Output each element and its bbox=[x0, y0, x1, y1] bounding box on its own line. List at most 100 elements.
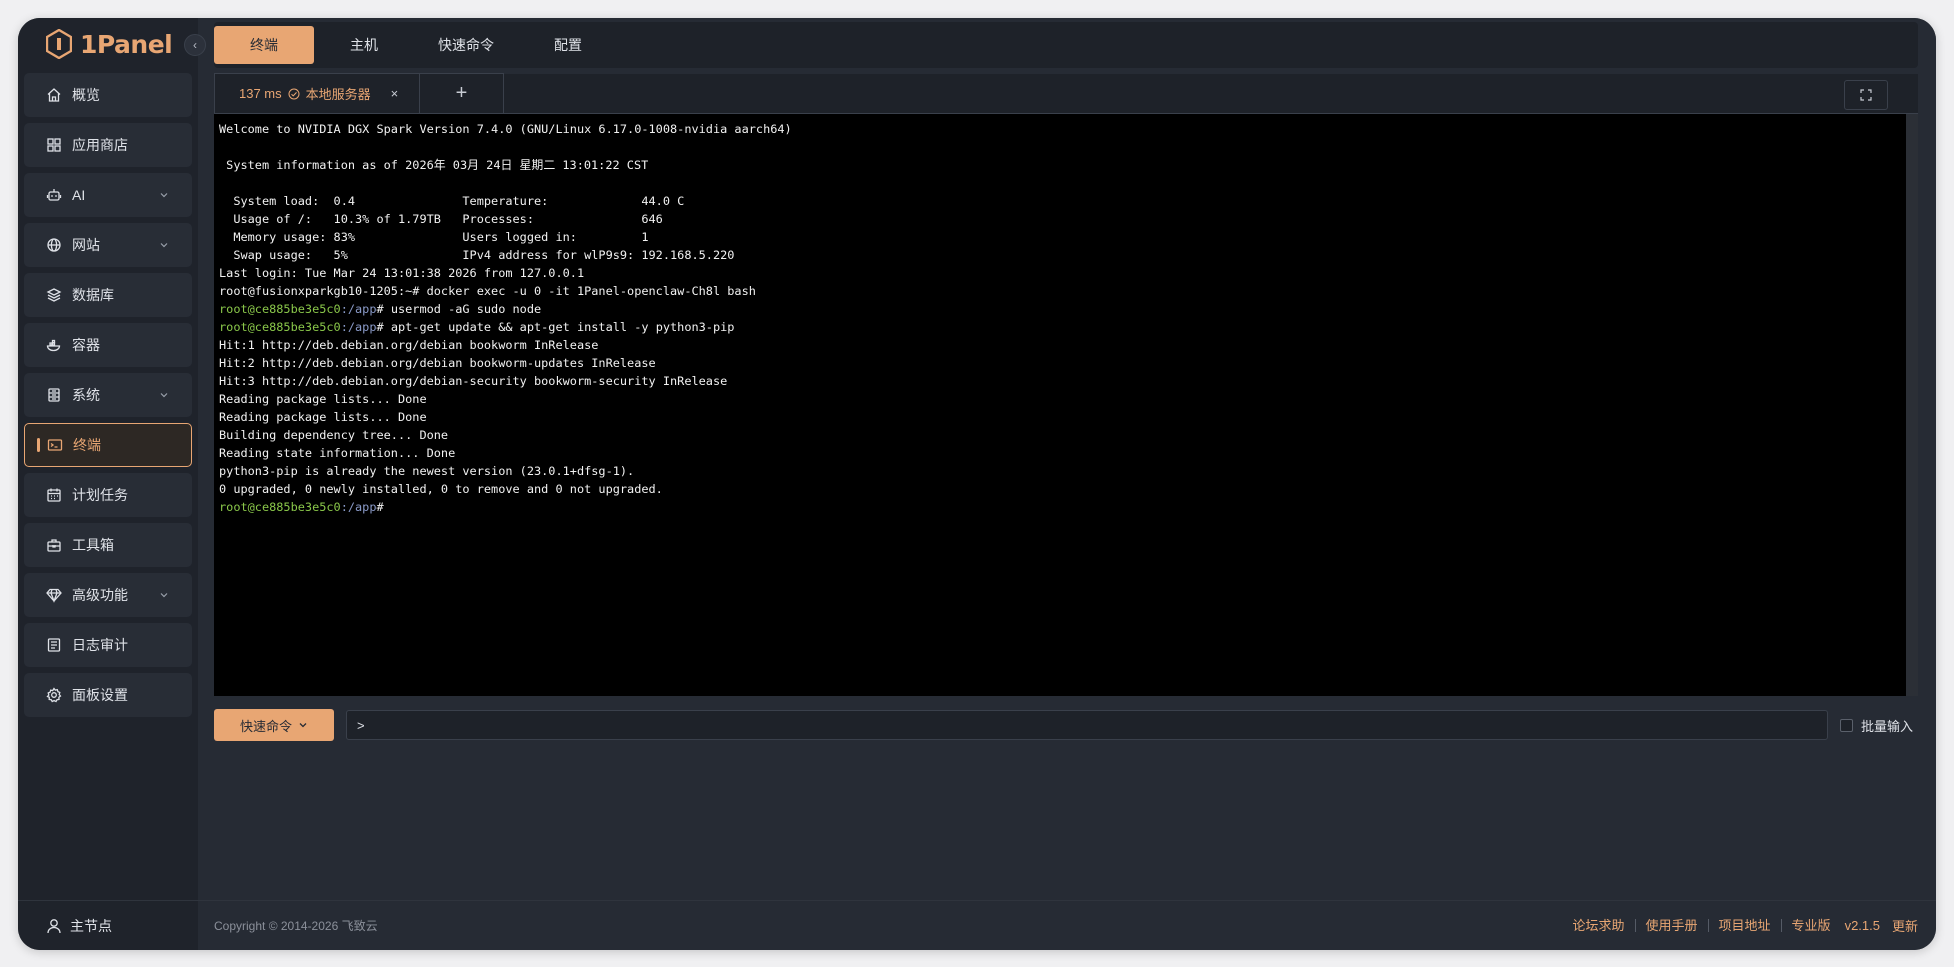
terminal-line: Memory usage: 83% Users logged in: 1 bbox=[219, 230, 649, 244]
diamond-icon bbox=[46, 587, 62, 603]
terminal-scrollbar[interactable] bbox=[1906, 114, 1918, 696]
server-icon bbox=[46, 387, 62, 403]
latency-label: 137 ms bbox=[239, 86, 282, 101]
sidebar-item-label: AI bbox=[72, 187, 86, 203]
sidebar-item-terminal[interactable]: 终端 bbox=[24, 423, 192, 467]
manual-link[interactable]: 使用手册 bbox=[1636, 919, 1709, 932]
sidebar-item-robot[interactable]: AI bbox=[24, 173, 192, 217]
terminal-line: root@fusionxparkgb10-1205:~# docker exec… bbox=[219, 284, 756, 298]
forum-link[interactable]: 论坛求助 bbox=[1563, 919, 1636, 932]
sidebar-item-whale[interactable]: 容器 bbox=[24, 323, 192, 367]
terminal-line: Reading package lists... Done bbox=[219, 392, 427, 406]
terminal-line: root@ce885be3e5c0:/app# apt-get update &… bbox=[219, 320, 735, 334]
sidebar-item-grid[interactable]: 应用商店 bbox=[24, 123, 192, 167]
update-link[interactable]: 更新 bbox=[1880, 916, 1918, 935]
sidebar-item-log[interactable]: 日志审计 bbox=[24, 623, 192, 667]
terminal-tab-bar: 137 ms 本地服务器 × + bbox=[214, 73, 1918, 114]
batch-input-toggle[interactable]: 批量输入 bbox=[1840, 716, 1918, 735]
sidebar-menu: 概览应用商店 AI 网站数据库容器系统终端计划任务工具箱高级功能日志审计面板设置 bbox=[24, 73, 192, 723]
sidebar-item-gear[interactable]: 面板设置 bbox=[24, 673, 192, 717]
home-icon bbox=[46, 87, 62, 103]
copyright: Copyright © 2014-2026 飞致云 bbox=[214, 919, 378, 933]
terminal-line: root@ce885be3e5c0:/app# bbox=[219, 500, 384, 514]
terminal-line: Reading state information... Done bbox=[219, 446, 456, 460]
project-link[interactable]: 项目地址 bbox=[1709, 919, 1782, 932]
node-selector[interactable]: 主节点 bbox=[18, 900, 198, 950]
terminal-tab-local-server[interactable]: 137 ms 本地服务器 × bbox=[214, 73, 420, 113]
batch-input-checkbox[interactable] bbox=[1840, 718, 1853, 732]
quick-command-label: 快速命令 bbox=[239, 718, 292, 734]
command-input-bar: 快速命令 批量输入 bbox=[214, 708, 1918, 742]
edition-label[interactable]: 专业版 bbox=[1782, 919, 1841, 932]
sidebar-item-diamond[interactable]: 高级功能 bbox=[24, 573, 192, 617]
sidebar-item-label: 日志审计 bbox=[72, 637, 128, 653]
globe-icon bbox=[46, 237, 62, 253]
sidebar-item-globe[interactable]: 网站 bbox=[24, 223, 192, 267]
terminal-line: python3-pip is already the newest versio… bbox=[219, 464, 635, 478]
tab-hosts[interactable]: 主机 bbox=[314, 26, 414, 64]
command-input[interactable] bbox=[346, 710, 1828, 740]
sidebar-item-toolbox[interactable]: 工具箱 bbox=[24, 523, 192, 567]
terminal-line: root@ce885be3e5c0:/app# usermod -aG sudo… bbox=[219, 302, 542, 316]
layers-icon bbox=[46, 287, 62, 303]
terminal-line: Hit:2 http://deb.debian.org/debian bookw… bbox=[219, 356, 656, 370]
terminal-line: Usage of /: 10.3% of 1.79TB Processes: 6… bbox=[219, 212, 663, 226]
sidebar-item-server[interactable]: 系统 bbox=[24, 373, 192, 417]
sidebar-item-label: 计划任务 bbox=[72, 487, 128, 503]
terminal-panel: 137 ms 本地服务器 × + Welcome to NVIDIA DGX S… bbox=[214, 73, 1918, 696]
sidebar-item-label: 数据库 bbox=[72, 287, 114, 303]
app-window: 1Panel ‹ 概览 应用商店 AI 网站 数据库 容器 系统 终端 计划任务 工具箱 高级功能日… bbox=[18, 18, 1936, 950]
terminal-line: Reading package lists... Done bbox=[219, 410, 427, 424]
sidebar-item-label: 网站 bbox=[72, 237, 100, 253]
log-icon bbox=[46, 637, 62, 653]
chevron-down-icon bbox=[158, 188, 170, 200]
grid-icon bbox=[46, 137, 62, 153]
sidebar: 1Panel ‹ 概览应用商店 AI 网站数据库容器系统终端计划任务工具箱高级功能日… bbox=[18, 18, 206, 950]
fullscreen-button[interactable] bbox=[1844, 80, 1888, 110]
sidebar-item-label: 终端 bbox=[73, 437, 101, 453]
footer-links: 论坛求助 使用手册 项目地址 专业版 v2.1.5 更新 bbox=[1563, 916, 1919, 935]
sidebar-item-home[interactable]: 概览 bbox=[24, 73, 192, 117]
server-name: 本地服务器 bbox=[305, 87, 371, 102]
sidebar-item-label: 高级功能 bbox=[72, 587, 128, 603]
sidebar-item-label: 系统 bbox=[72, 387, 100, 403]
logo[interactable]: 1Panel bbox=[46, 26, 173, 62]
robot-icon bbox=[46, 187, 62, 203]
check-circle-icon bbox=[288, 88, 300, 99]
sidebar-item-calendar[interactable]: 计划任务 bbox=[24, 473, 192, 517]
calendar-icon bbox=[46, 487, 62, 503]
sidebar-item-label: 应用商店 bbox=[72, 137, 128, 153]
toolbox-icon bbox=[46, 537, 62, 553]
terminal-line: Last login: Tue Mar 24 13:01:38 2026 fro… bbox=[219, 266, 585, 280]
terminal-line: Swap usage: 5% IPv4 address for wlP9s9: … bbox=[219, 248, 735, 262]
add-tab-button[interactable]: + bbox=[420, 73, 504, 113]
terminal-output[interactable]: Welcome to NVIDIA DGX Spark Version 7.4.… bbox=[214, 114, 1906, 696]
close-tab-icon[interactable]: × bbox=[391, 86, 399, 101]
terminal-icon bbox=[47, 437, 63, 453]
quick-command-button[interactable]: 快速命令 bbox=[214, 709, 334, 741]
terminal-line: System load: 0.4 Temperature: 44.0 C bbox=[219, 194, 685, 208]
tab-terminal[interactable]: 终端 bbox=[214, 26, 314, 64]
collapse-sidebar-button[interactable]: ‹ bbox=[184, 34, 206, 56]
batch-input-label: 批量输入 bbox=[1861, 718, 1914, 734]
terminal-line: Welcome to NVIDIA DGX Spark Version 7.4.… bbox=[219, 122, 792, 136]
sidebar-item-label: 容器 bbox=[72, 337, 100, 353]
logo-icon bbox=[46, 29, 72, 59]
chevron-down-icon bbox=[158, 238, 170, 250]
sidebar-item-label: 面板设置 bbox=[72, 687, 128, 703]
main-area: 终端 主机 快速命令 配置 137 ms 本地服务器 × + Welcome t… bbox=[198, 18, 1936, 950]
footer: Copyright © 2014-2026 飞致云 论坛求助 使用手册 项目地址… bbox=[198, 900, 1936, 950]
sidebar-item-layers[interactable]: 数据库 bbox=[24, 273, 192, 317]
chevron-down-icon bbox=[158, 388, 170, 400]
terminal-line: System information as of 2026年 03月 24日 星… bbox=[219, 158, 649, 172]
tab-settings[interactable]: 配置 bbox=[518, 26, 618, 64]
chevron-left-icon: ‹ bbox=[193, 38, 197, 52]
tab-quick-commands[interactable]: 快速命令 bbox=[414, 26, 518, 64]
chevron-down-icon bbox=[299, 723, 307, 728]
plus-icon: + bbox=[455, 82, 468, 104]
sidebar-item-label: 概览 bbox=[72, 87, 100, 103]
terminal-line: Building dependency tree... Done bbox=[219, 428, 449, 442]
fullscreen-icon bbox=[1860, 89, 1872, 101]
